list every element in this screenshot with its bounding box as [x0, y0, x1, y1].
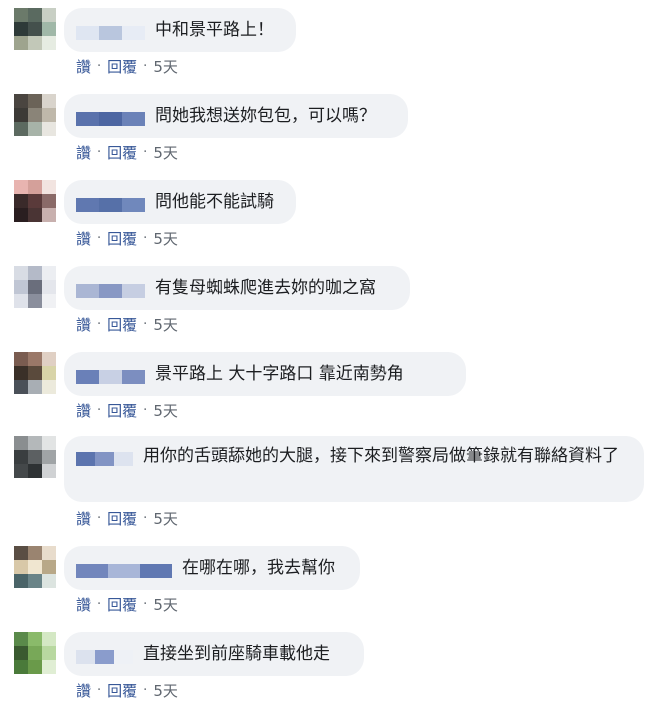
- comment-timestamp[interactable]: 5天: [153, 680, 178, 701]
- commenter-name-blurred[interactable]: [76, 109, 145, 126]
- comment-timestamp[interactable]: 5天: [153, 508, 178, 529]
- separator-dot: ·: [143, 597, 148, 612]
- separator-dot: ·: [97, 597, 102, 612]
- like-button[interactable]: 讚: [76, 594, 91, 615]
- reply-button[interactable]: 回覆: [107, 142, 137, 163]
- separator-dot: ·: [97, 403, 102, 418]
- comment-actions: 讚 · 回覆 · 5天: [76, 56, 178, 77]
- avatar[interactable]: [14, 8, 56, 50]
- avatar[interactable]: [14, 632, 56, 674]
- comment-actions: 讚 · 回覆 · 5天: [76, 680, 178, 701]
- avatar[interactable]: [14, 94, 56, 136]
- reply-button[interactable]: 回覆: [107, 400, 137, 421]
- comment-text: 景平路上 大十字路口 靠近南勢角: [155, 364, 404, 384]
- commenter-name-blurred[interactable]: [76, 23, 145, 40]
- like-button[interactable]: 讚: [76, 400, 91, 421]
- separator-dot: ·: [97, 145, 102, 160]
- like-button[interactable]: 讚: [76, 228, 91, 249]
- comment-timestamp[interactable]: 5天: [153, 314, 178, 335]
- separator-dot: ·: [97, 59, 102, 74]
- comment-text: 用你的舌頭舔她的大腿，接下來到警察局做筆錄就有聯絡資料了: [143, 446, 619, 466]
- reply-button[interactable]: 回覆: [107, 56, 137, 77]
- reply-button[interactable]: 回覆: [107, 680, 137, 701]
- comment-timestamp[interactable]: 5天: [153, 56, 178, 77]
- avatar[interactable]: [14, 436, 56, 478]
- like-button[interactable]: 讚: [76, 314, 91, 335]
- commenter-name-blurred[interactable]: [76, 647, 133, 664]
- comment-bubble: 在哪在哪，我去幫你: [64, 546, 360, 590]
- comment-actions: 讚 · 回覆 · 5天: [76, 142, 178, 163]
- comment-text: 有隻母蜘蛛爬進去妳的咖之窩: [155, 278, 376, 298]
- comment-bubble: 中和景平路上！: [64, 8, 296, 52]
- commenter-name-blurred[interactable]: [76, 367, 145, 384]
- separator-dot: ·: [143, 317, 148, 332]
- comment-bubble: 用你的舌頭舔她的大腿，接下來到警察局做筆錄就有聯絡資料了: [64, 436, 644, 502]
- separator-dot: ·: [97, 683, 102, 698]
- like-button[interactable]: 讚: [76, 142, 91, 163]
- comment-bubble: 景平路上 大十字路口 靠近南勢角: [64, 352, 466, 396]
- commenter-name-blurred[interactable]: [76, 561, 172, 578]
- separator-dot: ·: [143, 231, 148, 246]
- comment-timestamp[interactable]: 5天: [153, 228, 178, 249]
- separator-dot: ·: [97, 317, 102, 332]
- commenter-name-blurred[interactable]: [76, 449, 133, 466]
- comment-text: 問她我想送妳包包，可以嗎？: [155, 106, 376, 126]
- separator-dot: ·: [97, 231, 102, 246]
- separator-dot: ·: [143, 59, 148, 74]
- comment-text: 問他能不能試騎: [155, 192, 274, 212]
- reply-button[interactable]: 回覆: [107, 228, 137, 249]
- avatar[interactable]: [14, 546, 56, 588]
- separator-dot: ·: [97, 511, 102, 526]
- comment-bubble: 直接坐到前座騎車載他走: [64, 632, 364, 676]
- comment-bubble: 問她我想送妳包包，可以嗎？: [64, 94, 408, 138]
- commenter-name-blurred[interactable]: [76, 281, 145, 298]
- comment-bubble: 問他能不能試騎: [64, 180, 296, 224]
- comment-actions: 讚 · 回覆 · 5天: [76, 400, 178, 421]
- comment-text: 直接坐到前座騎車載他走: [143, 644, 330, 664]
- separator-dot: ·: [143, 511, 148, 526]
- comment-actions: 讚 · 回覆 · 5天: [76, 314, 178, 335]
- like-button[interactable]: 讚: [76, 508, 91, 529]
- commenter-name-blurred[interactable]: [76, 195, 145, 212]
- avatar[interactable]: [14, 352, 56, 394]
- reply-button[interactable]: 回覆: [107, 314, 137, 335]
- comment-timestamp[interactable]: 5天: [153, 142, 178, 163]
- comment-list: 中和景平路上！讚 · 回覆 · 5天 問她我想送妳包包，可以嗎？讚 · 回覆 · 5天 問他能不能試…: [0, 0, 648, 704]
- separator-dot: ·: [143, 683, 148, 698]
- reply-button[interactable]: 回覆: [107, 508, 137, 529]
- comment-bubble: 有隻母蜘蛛爬進去妳的咖之窩: [64, 266, 410, 310]
- comment-actions: 讚 · 回覆 · 5天: [76, 594, 178, 615]
- comment-timestamp[interactable]: 5天: [153, 400, 178, 421]
- comment-actions: 讚 · 回覆 · 5天: [76, 228, 178, 249]
- reply-button[interactable]: 回覆: [107, 594, 137, 615]
- avatar[interactable]: [14, 180, 56, 222]
- separator-dot: ·: [143, 403, 148, 418]
- comment-timestamp[interactable]: 5天: [153, 594, 178, 615]
- separator-dot: ·: [143, 145, 148, 160]
- comment-actions: 讚 · 回覆 · 5天: [76, 508, 178, 529]
- like-button[interactable]: 讚: [76, 680, 91, 701]
- avatar[interactable]: [14, 266, 56, 308]
- comment-text: 中和景平路上！: [155, 20, 274, 40]
- comment-text: 在哪在哪，我去幫你: [182, 558, 335, 578]
- like-button[interactable]: 讚: [76, 56, 91, 77]
